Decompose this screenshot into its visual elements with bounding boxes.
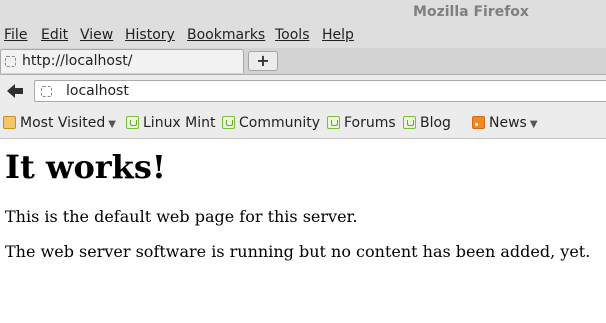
menu-tools[interactable]: Tools (275, 27, 310, 43)
plus-icon: + (256, 51, 270, 70)
tab-label: http://localhost/ (22, 53, 133, 69)
menu-help[interactable]: Help (322, 27, 354, 43)
tab-localhost[interactable]: http://localhost/ (0, 49, 244, 73)
menu-edit[interactable]: Edit (41, 27, 68, 43)
new-tab-button[interactable]: + (248, 51, 278, 71)
menu-view[interactable]: View (80, 27, 113, 43)
page-paragraph-1: This is the default web page for this se… (5, 207, 358, 226)
navigation-toolbar: localhost (0, 75, 606, 108)
url-input[interactable]: localhost (66, 83, 129, 99)
page-content: It works! This is the default web page f… (0, 139, 606, 323)
mint-icon (403, 116, 416, 129)
menu-bar: File Edit View History Bookmarks Tools H… (0, 24, 606, 48)
bookmark-linux-mint[interactable]: Linux Mint (126, 115, 216, 131)
dropdown-arrow-icon: ▼ (108, 119, 116, 130)
bookmark-blog[interactable]: Blog (403, 115, 451, 131)
menu-file[interactable]: File (4, 27, 27, 43)
bookmark-label: Forums (344, 115, 396, 131)
back-arrow-icon (7, 84, 23, 98)
bookmark-label: Blog (420, 115, 451, 131)
bookmarks-toolbar: Most Visited ▼ Linux Mint Community Forum… (0, 108, 606, 139)
menu-history[interactable]: History (125, 27, 175, 43)
page-paragraph-2: The web server software is running but n… (5, 242, 591, 261)
site-identity-icon[interactable] (41, 86, 52, 97)
menu-bookmarks[interactable]: Bookmarks (187, 27, 265, 43)
bookmark-news[interactable]: News ▼ (472, 115, 538, 131)
mint-icon (222, 116, 235, 129)
dropdown-arrow-icon: ▼ (529, 119, 538, 130)
bookmark-label: Most Visited (20, 115, 106, 131)
bookmark-label: Community (239, 115, 321, 131)
mint-icon (126, 116, 139, 129)
blank-page-icon (5, 56, 16, 67)
bookmark-label: News (489, 115, 527, 131)
mint-icon (327, 116, 340, 129)
window-title: Mozilla Firefox (413, 4, 529, 20)
bookmark-most-visited[interactable]: Most Visited ▼ (3, 115, 116, 131)
folder-icon (3, 116, 16, 129)
back-button[interactable] (4, 80, 26, 102)
bookmark-label: Linux Mint (143, 115, 216, 131)
url-bar[interactable]: localhost (34, 80, 606, 102)
bookmark-community[interactable]: Community (222, 115, 320, 131)
bookmark-forums[interactable]: Forums (327, 115, 396, 131)
tab-strip: http://localhost/ + (0, 48, 606, 75)
window-titlebar[interactable]: Mozilla Firefox (0, 0, 606, 24)
page-heading: It works! (5, 148, 166, 186)
rss-icon (472, 116, 485, 129)
